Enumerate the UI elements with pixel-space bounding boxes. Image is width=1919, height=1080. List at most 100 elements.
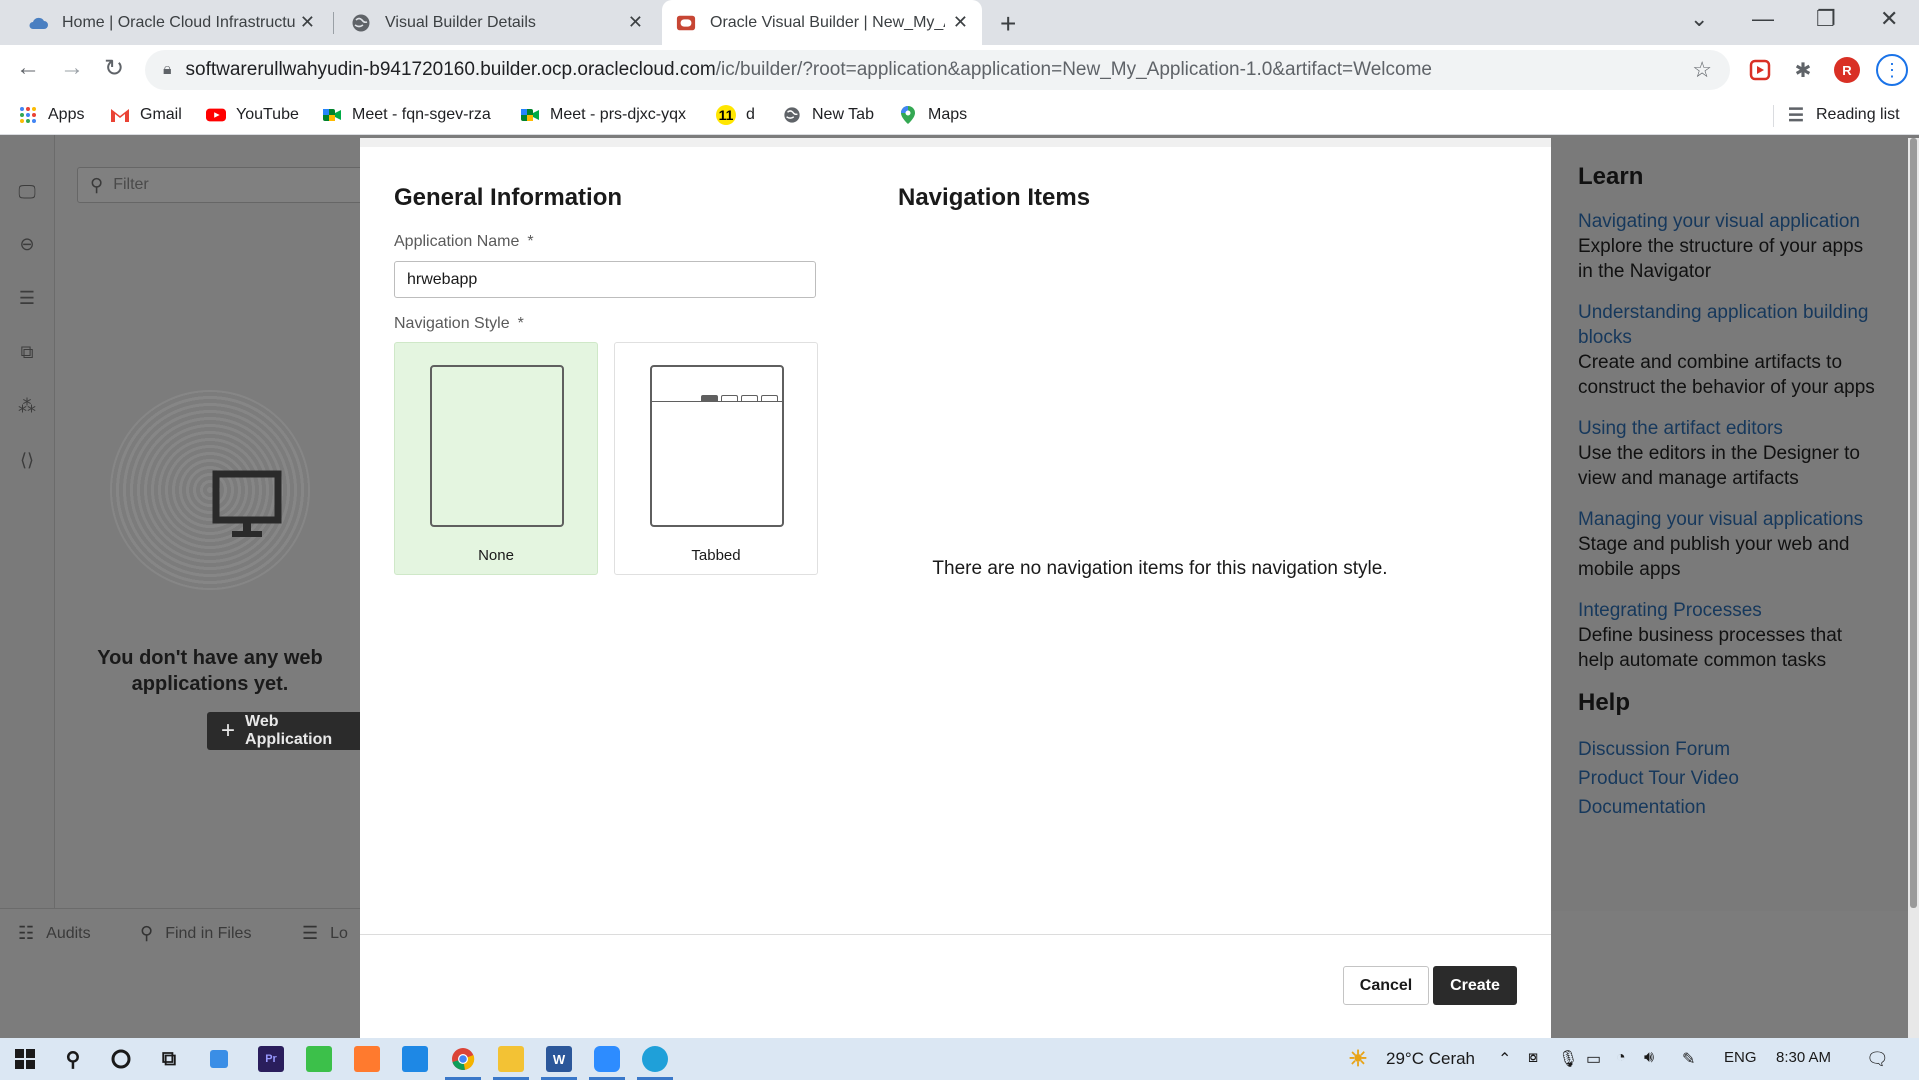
close-tab-icon[interactable]: ✕ [628, 12, 643, 33]
application-name-input[interactable] [394, 261, 816, 298]
window-close-icon[interactable]: ✕ [1880, 6, 1898, 32]
reload-icon[interactable]: ↻ [104, 54, 124, 83]
source-code-icon[interactable]: ⟨⟩ [16, 449, 38, 471]
bookmark-star-icon[interactable]: ☆ [1692, 57, 1712, 83]
weather-text[interactable]: 29°C Cerah [1386, 1049, 1475, 1069]
page-scrollbar[interactable] [1908, 138, 1919, 1038]
components-puzzle-icon[interactable]: ⧉ [16, 341, 38, 363]
minimize-icon[interactable]: — [1752, 6, 1774, 32]
volume-icon[interactable]: 🔊︎ [1644, 1049, 1654, 1067]
app-green-icon[interactable] [306, 1046, 332, 1072]
learn-link[interactable]: Integrating Processes [1578, 598, 1882, 623]
browser-menu-icon[interactable]: ⋮ [1876, 54, 1908, 86]
search-icon[interactable]: ⚲ [60, 1046, 86, 1072]
tab-logs[interactable]: ☰ Lo [302, 923, 348, 944]
vscode-icon[interactable] [402, 1046, 428, 1072]
extension-red-icon[interactable] [1747, 57, 1773, 83]
back-arrow-icon[interactable]: ← [16, 54, 40, 82]
notifications-icon[interactable]: 🗨︎ [1866, 1049, 1889, 1070]
microphone-icon[interactable]: 🎙︎ [1558, 1049, 1578, 1069]
tab-audits[interactable]: ☷ Audits [18, 923, 91, 944]
app-blue-icon[interactable] [210, 1050, 228, 1068]
tab-oracle-visual-builder[interactable]: Oracle Visual Builder | New_My_A ✕ [662, 0, 982, 45]
new-tab-button[interactable]: + [1000, 8, 1016, 40]
button-label: Web Application [245, 713, 333, 748]
bookmark-11-icon: 11 [716, 105, 736, 125]
learn-description: Define business processes that help auto… [1578, 625, 1843, 671]
bookmark-meet-1[interactable]: Meet - fqn-sgev-rza [322, 103, 491, 127]
tab-find-in-files[interactable]: ⚲ Find in Files [140, 923, 251, 944]
windows-start-icon[interactable] [12, 1046, 38, 1072]
bookmark-gmail[interactable]: Gmail [110, 103, 182, 127]
empty-state-message: You don't have any web applications yet. [97, 647, 323, 695]
word-icon[interactable]: W [546, 1046, 572, 1072]
navigation-items-heading: Navigation Items [898, 184, 1091, 211]
bookmark-youtube[interactable]: YouTube [206, 103, 299, 127]
create-web-application-dialog: General Information Application Name* Na… [360, 138, 1551, 1038]
bookmark-label: YouTube [236, 106, 299, 123]
create-button[interactable]: Create [1433, 966, 1517, 1005]
premiere-pro-icon[interactable]: Pr [258, 1046, 284, 1072]
navigation-items-empty-message: There are no navigation items for this n… [932, 558, 1388, 579]
web-apps-monitor-icon[interactable]: 🖵︎ [16, 181, 38, 203]
pen-icon[interactable]: ✎ [1682, 1049, 1695, 1069]
learn-help-panel: Learn Navigating your visual application… [1550, 143, 1910, 911]
close-tab-icon[interactable]: ✕ [300, 12, 315, 33]
nav-style-tabbed-card[interactable]: Tabbed [614, 342, 818, 575]
learn-link[interactable]: Understanding application building block… [1578, 300, 1882, 350]
audits-icon: ☷ [18, 923, 35, 943]
tab-oci-home[interactable]: Home | Oracle Cloud Infrastructu ✕ [14, 0, 329, 45]
address-bar[interactable]: 🔒︎ softwarerullwahyudin-b941720160.build… [145, 50, 1730, 90]
learn-description: Create and combine artifacts to construc… [1578, 352, 1875, 398]
processes-icon[interactable]: ⁂ [16, 395, 38, 417]
extensions-puzzle-icon[interactable]: ✱ [1790, 57, 1816, 83]
forward-arrow-icon[interactable]: → [60, 54, 84, 82]
language-indicator[interactable]: ENG [1724, 1049, 1757, 1066]
scrollbar-thumb[interactable] [1910, 138, 1917, 908]
cloud-icon [28, 13, 48, 33]
help-link-discussion-forum[interactable]: Discussion Forum [1578, 735, 1882, 764]
learn-link[interactable]: Navigating your visual application [1578, 209, 1882, 234]
business-objects-database-icon[interactable]: ☰ [16, 287, 38, 309]
profile-avatar[interactable]: R [1834, 57, 1860, 83]
help-link-product-tour-video[interactable]: Product Tour Video [1578, 764, 1882, 793]
learn-link[interactable]: Managing your visual applications [1578, 507, 1882, 532]
add-web-application-button[interactable]: + Web Application [207, 712, 365, 750]
file-explorer-icon[interactable] [498, 1046, 524, 1072]
globe-icon [351, 13, 371, 33]
restore-icon[interactable]: ❐ [1816, 6, 1836, 32]
weather-partly-cloudy-icon[interactable]: ☀ [1345, 1046, 1371, 1072]
edge-icon[interactable] [642, 1046, 668, 1072]
bookmark-label: New Tab [812, 106, 874, 123]
tab-search-chevron-icon[interactable]: ⌄ [1690, 6, 1708, 32]
navigation-style-label: Navigation Style * [394, 315, 524, 332]
bookmark-meet-2[interactable]: Meet - prs-djxc-yqx [520, 103, 686, 127]
bookmark-apps[interactable]: Apps [18, 103, 84, 127]
task-view-icon[interactable]: ⧉ [156, 1046, 182, 1072]
help-link-documentation[interactable]: Documentation [1578, 793, 1882, 822]
clock-time[interactable]: 8:30 AM [1776, 1049, 1831, 1066]
cancel-button[interactable]: Cancel [1343, 966, 1429, 1005]
filter-input[interactable]: ⚲ Filter [77, 167, 367, 203]
nav-style-none-card[interactable]: None [394, 342, 598, 575]
chrome-icon[interactable] [450, 1046, 476, 1072]
tab-bar-line [652, 401, 782, 402]
tab-visual-builder-details[interactable]: Visual Builder Details ✕ [337, 0, 657, 45]
bookmark-maps[interactable]: Maps [898, 103, 967, 127]
cortana-icon[interactable] [108, 1046, 134, 1072]
learn-description: Explore the structure of your apps in th… [1578, 236, 1864, 282]
reading-list-button[interactable]: ☰ Reading list [1786, 103, 1900, 127]
battery-icon[interactable]: ▭ [1586, 1049, 1601, 1069]
bookmark-new-tab[interactable]: New Tab [782, 103, 874, 127]
app-orange-icon[interactable] [354, 1046, 380, 1072]
service-connections-icon[interactable]: ⊖ [16, 233, 38, 255]
bookmark-d[interactable]: 11 d [716, 103, 755, 127]
bookmarks-divider [1773, 105, 1774, 127]
zoom-icon[interactable] [594, 1046, 620, 1072]
tray-app-icon[interactable]: ⧇ [1528, 1049, 1538, 1067]
none-layout-preview [430, 365, 564, 527]
wifi-icon[interactable]: ◔ [1616, 1049, 1626, 1067]
show-hidden-icons-chevron-icon[interactable]: ⌃ [1498, 1049, 1511, 1069]
learn-link[interactable]: Using the artifact editors [1578, 416, 1882, 441]
close-tab-icon[interactable]: ✕ [953, 12, 968, 33]
